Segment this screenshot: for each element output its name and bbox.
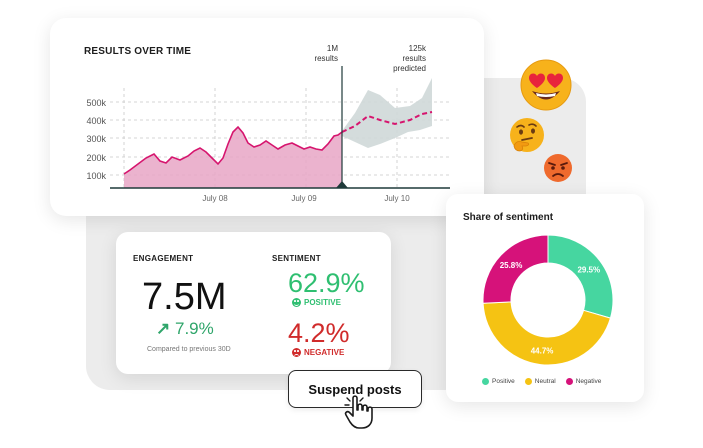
legend-negative-swatch — [565, 378, 573, 385]
compare-note: Compared to previous 30D — [147, 346, 231, 353]
donut-label-positive: 29.5% — [577, 265, 600, 274]
trend-up-icon: ↗ — [156, 319, 171, 338]
legend-negative-label: Negative — [575, 378, 602, 385]
share-title: Share of sentiment — [463, 212, 554, 223]
donut-label-neutral: 44.7% — [531, 347, 554, 356]
y-tick: 100k — [86, 171, 106, 181]
legend-negative: Negative — [565, 378, 602, 385]
predicted-annotation-value: 125k — [408, 44, 426, 53]
forecast-band — [342, 78, 432, 148]
chart-title: RESULTS OVER TIME — [84, 46, 192, 57]
sentiment-donut-chart: 29.5% 44.7% 25.8% — [482, 234, 614, 366]
smile-icon — [292, 298, 301, 307]
engagement-delta-value: 7.9% — [174, 319, 214, 338]
share-of-sentiment-card: 29.5% 44.7% 25.8% Share of sentiment Posit… — [446, 194, 644, 402]
x-tick: July 10 — [384, 194, 410, 203]
now-annotation-value: 1M — [326, 44, 338, 53]
positive-tag: POSITIVE — [292, 298, 341, 307]
predicted-annotation-note: predicted — [393, 64, 426, 73]
y-tick: 500k — [86, 98, 106, 108]
engagement-label: ENGAGEMENT — [133, 254, 194, 263]
predicted-annotation: 125k results predicted — [380, 44, 426, 74]
positive-value: 62.9% — [288, 268, 365, 298]
donut-legend: Positive Neutral Negative — [482, 378, 601, 385]
thinking-emoji-icon — [510, 118, 544, 152]
now-annotation-unit: results — [314, 54, 338, 63]
heart-eyes-emoji-icon — [520, 59, 572, 111]
negative-tag-label: NEGATIVE — [304, 348, 345, 357]
y-tick: 300k — [86, 134, 106, 144]
now-annotation: 1M results — [308, 44, 338, 64]
engagement-card: ENGAGEMENT 7.5M ↗ 7.9% Compared to previ… — [116, 232, 391, 374]
donut-label-negative: 25.8% — [500, 261, 523, 270]
y-tick: 400k — [86, 116, 106, 126]
engagement-delta: ↗ 7.9% — [156, 319, 214, 339]
legend-positive-label: Positive — [492, 378, 515, 385]
x-tick: July 09 — [291, 194, 317, 203]
predicted-annotation-unit: results — [402, 54, 426, 63]
legend-neutral: Neutral — [524, 378, 556, 385]
negative-value: 4.2% — [288, 318, 350, 348]
x-tick: July 08 — [202, 194, 228, 203]
positive-tag-label: POSITIVE — [304, 298, 341, 307]
legend-positive-swatch — [482, 378, 489, 385]
negative-tag: NEGATIVE — [292, 348, 344, 357]
engagement-value: 7.5M — [142, 276, 227, 318]
donut-slice-positive — [547, 234, 614, 319]
y-tick: 200k — [86, 153, 106, 163]
results-chart-card: 500k 400k 300k 200k 100k July 08 July 09… — [50, 18, 484, 216]
pointer-hand-icon — [344, 395, 373, 429]
sentiment-label: SENTIMENT — [272, 254, 321, 263]
legend-neutral-label: Neutral — [534, 378, 556, 385]
legend-neutral-swatch — [524, 378, 532, 385]
angry-emoji-icon — [544, 154, 572, 182]
legend-positive: Positive — [482, 378, 515, 385]
frown-icon — [292, 348, 301, 357]
